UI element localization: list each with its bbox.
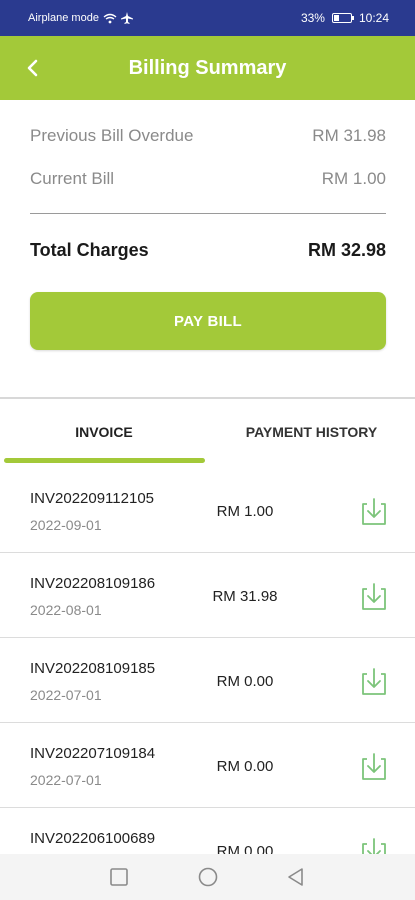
total-charges-row: Total Charges RM 32.98 [30,240,386,261]
list-item[interactable]: INV202206100689 RM 0.00 [0,808,415,854]
status-left: Airplane mode [28,12,133,24]
invoice-amount: RM 0.00 [216,673,274,690]
download-icon[interactable] [358,496,390,528]
invoice-amount: RM 1.00 [216,503,274,520]
airplane-mode-label: Airplane mode [28,12,99,24]
current-bill-label: Current Bill [30,169,115,188]
invoice-id: INV202207109184 [30,745,156,762]
invoice-date: 2022-08-01 [30,602,102,618]
download-icon[interactable] [358,581,390,613]
invoice-id: INV202208109186 [30,575,156,592]
download-icon[interactable] [358,836,390,854]
previous-bill-label: Previous Bill Overdue [30,126,194,145]
system-nav-bar [0,854,415,900]
previous-bill-row: Previous Bill Overdue RM 31.98 [30,126,386,146]
tab-payment-history[interactable]: PAYMENT HISTORY [208,399,415,465]
invoice-amount: RM 0.00 [216,843,274,854]
list-item[interactable]: INV202208109185 2022-07-01 RM 0.00 [0,638,415,723]
triangle-back-icon[interactable] [285,866,307,888]
total-charges-value: RM 32.98 [307,240,386,260]
invoice-date: 2022-07-01 [30,772,102,788]
status-time: 10:24 [358,11,389,25]
download-icon[interactable] [358,666,390,698]
status-bar: Airplane mode 33% 10:24 [0,0,415,36]
invoice-id: INV202209112105 [30,490,154,507]
circle-icon[interactable] [197,866,219,888]
list-item[interactable]: INV202208109186 2022-08-01 RM 31.98 [0,553,415,638]
invoice-amount: RM 31.98 [212,588,278,605]
current-bill-value: RM 1.00 [321,169,386,188]
back-button[interactable] [20,54,44,82]
download-icon[interactable] [358,751,390,783]
tab-bar: INVOICE PAYMENT HISTORY [0,399,415,465]
battery-percent: 33% [300,11,325,25]
previous-bill-value: RM 31.98 [312,126,386,145]
status-right: 33% 10:24 [301,11,389,25]
list-item[interactable]: INV202207109184 2022-07-01 RM 0.00 [0,723,415,808]
pay-bill-button[interactable]: PAY BILL [30,292,386,350]
total-charges-label: Total Charges [30,240,149,260]
invoice-date: 2022-09-01 [30,517,102,533]
square-icon[interactable] [108,866,130,888]
invoice-id: INV202208109185 [30,660,156,677]
wifi-icon [103,13,117,23]
page-title: Billing Summary [128,56,287,79]
tab-invoice[interactable]: INVOICE [0,399,208,465]
invoice-amount: RM 0.00 [216,758,274,775]
chevron-left-icon [27,59,38,77]
airplane-icon [120,12,133,24]
invoice-list[interactable]: INV202209112105 2022-09-01 RM 1.00 INV20… [0,468,415,854]
invoice-id: INV202206100689 [30,830,156,847]
list-item[interactable]: INV202209112105 2022-09-01 RM 1.00 [0,468,415,553]
tab-active-indicator [4,458,205,463]
battery-icon [331,13,354,23]
current-bill-row: Current Bill RM 1.00 [30,169,386,189]
invoice-date: 2022-07-01 [30,687,102,703]
summary-divider [30,213,386,214]
app-header: Billing Summary [0,36,415,100]
